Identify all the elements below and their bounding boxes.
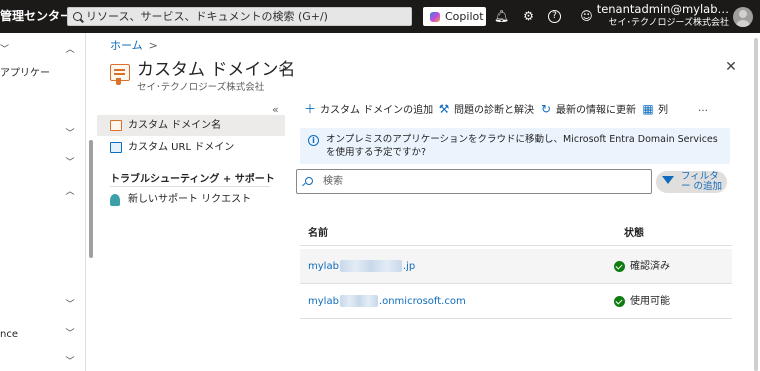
status-text: 確認済み [630, 261, 670, 272]
refresh-icon: ↻ [540, 102, 552, 116]
wrench-icon: ⚒ [438, 102, 450, 116]
search-input[interactable]: 検索 [296, 169, 652, 194]
redacted-text [339, 295, 378, 307]
search-placeholder: 検索 [323, 176, 343, 187]
account-info[interactable]: tenantadmin@mylab… セイ･テクノロジーズ株式会社 [587, 2, 729, 29]
info-banner[interactable]: i オンプレミスのアプリケーションをクラウドに移動し、Microsoft Ent… [300, 128, 730, 164]
close-icon[interactable]: ✕ [724, 60, 738, 74]
menu-section-troubleshooting: トラブルシューティング + サポート [110, 174, 275, 185]
columns-button[interactable]: ▦ 列 [642, 96, 668, 122]
status-cell: 使用可能 [614, 284, 670, 319]
menu-item-new-support-request[interactable]: 新しいサポート リクエスト [97, 189, 285, 210]
plus-icon: ＋ [304, 102, 317, 116]
redacted-text [339, 260, 402, 272]
global-search-placeholder: リソース、サービス、ドキュメントの検索 (G+/) [86, 10, 328, 23]
breadcrumb-home[interactable]: ホーム [110, 39, 143, 52]
table-row[interactable]: mylab .jp 確認済み [300, 249, 732, 284]
diagnose-solve-label: 問題の診断と解決 [454, 105, 534, 116]
check-circle-icon [614, 296, 625, 307]
menu-divider [110, 186, 270, 187]
status-text: 使用可能 [630, 296, 670, 307]
copilot-button[interactable]: Copilot [423, 7, 486, 26]
chevron-down-icon[interactable]: ﹀ [0, 44, 9, 56]
diagnose-solve-button[interactable]: ⚒ 問題の診断と解決 [438, 96, 534, 122]
support-person-icon [110, 194, 120, 206]
url-domain-icon [110, 142, 122, 153]
table-header: 名前 状態 [300, 222, 732, 246]
search-icon [73, 12, 82, 21]
more-commands-button[interactable]: … [698, 96, 708, 122]
chevron-down-icon[interactable]: ﹀ [64, 157, 76, 169]
nav-item-nce[interactable]: nce [0, 329, 18, 340]
refresh-button[interactable]: ↻ 最新の情報に更新 [540, 96, 636, 122]
command-bar: ＋カスタム ドメインの追加 ⚒ 問題の診断と解決 ↻ 最新の情報に更新 ▦ 列 … [300, 96, 740, 122]
nav-item-app[interactable]: アプリケー [0, 64, 50, 79]
bell-icon[interactable]: 🔔︎ [492, 7, 511, 26]
top-bar: 管理センター リソース、サービス、ドキュメントの検索 (G+/) Copilot… [0, 0, 760, 33]
menu-item-custom-domain[interactable]: カスタム ドメイン名 [97, 115, 285, 136]
copilot-icon [430, 12, 440, 22]
domain-name-link[interactable]: mylab .jp [308, 249, 415, 284]
chevron-down-icon[interactable]: ﹀ [64, 128, 76, 140]
add-filter-label: フィルター の追加 [681, 171, 723, 192]
column-header-status[interactable]: 状態 [624, 222, 644, 246]
menu-item-label: 新しいサポート リクエスト [128, 194, 252, 205]
check-circle-icon [614, 261, 625, 272]
main-scrollbar[interactable] [754, 38, 758, 371]
add-filter-button[interactable]: フィルター の追加 [656, 171, 727, 193]
page-title: カスタム ドメイン名 [137, 60, 296, 80]
menu-item-label: カスタム URL ドメイン [128, 142, 235, 153]
chevron-up-icon[interactable]: ︿ [64, 186, 76, 198]
brand-title[interactable]: 管理センター [0, 0, 72, 33]
search-icon [305, 177, 313, 185]
domain-name-prefix: mylab [308, 296, 339, 307]
menu-item-label: カスタム ドメイン名 [128, 120, 222, 131]
add-custom-domain-button[interactable]: ＋カスタム ドメインの追加 [304, 96, 433, 122]
info-icon: i [308, 135, 319, 146]
domain-name-suffix: .onmicrosoft.com [378, 296, 466, 307]
chevron-down-icon[interactable]: ﹀ [64, 356, 76, 368]
filter-icon [662, 176, 674, 184]
left-scrollbar[interactable] [89, 140, 93, 258]
column-header-name[interactable]: 名前 [308, 222, 328, 246]
account-org: セイ･テクノロジーズ株式会社 [608, 18, 729, 28]
account-user: tenantadmin@mylab… [596, 2, 729, 16]
page-subtitle: セイ･テクノロジーズ株式会社 [137, 82, 265, 93]
chevron-down-icon[interactable]: ﹀ [64, 299, 76, 311]
certificate-icon [110, 120, 122, 131]
copilot-label: Copilot [445, 10, 484, 23]
avatar[interactable] [733, 7, 753, 27]
certificate-icon [110, 64, 130, 85]
columns-icon: ▦ [642, 102, 654, 116]
domain-name-prefix: mylab [308, 261, 339, 272]
menu-item-custom-url-domain[interactable]: カスタム URL ドメイン [97, 137, 285, 158]
breadcrumb: ホーム > [110, 37, 158, 53]
chevron-up-icon[interactable]: ︿ [64, 44, 76, 56]
columns-label: 列 [658, 105, 668, 116]
status-cell: 確認済み [614, 249, 670, 284]
domain-name-suffix: .jp [402, 261, 416, 272]
table-row[interactable]: mylab .onmicrosoft.com 使用可能 [300, 284, 732, 319]
add-custom-domain-label: カスタム ドメインの追加 [320, 105, 434, 116]
refresh-label: 最新の情報に更新 [556, 105, 636, 116]
chevron-down-icon[interactable]: ﹀ [64, 328, 76, 340]
left-nav: ︿ ﹀ アプリケー ﹀ ﹀ ︿ ﹀ nce ﹀ ﹀ [0, 33, 86, 371]
breadcrumb-separator: > [148, 39, 158, 52]
domain-name-link[interactable]: mylab .onmicrosoft.com [308, 284, 466, 319]
help-icon[interactable]: ? [548, 10, 561, 23]
info-banner-text: オンプレミスのアプリケーションをクラウドに移動し、Microsoft Entra… [326, 134, 718, 158]
global-search-input[interactable]: リソース、サービス、ドキュメントの検索 (G+/) [67, 7, 412, 26]
gear-icon[interactable]: ⚙ [519, 7, 538, 26]
more-options-button[interactable]: … [278, 59, 290, 72]
